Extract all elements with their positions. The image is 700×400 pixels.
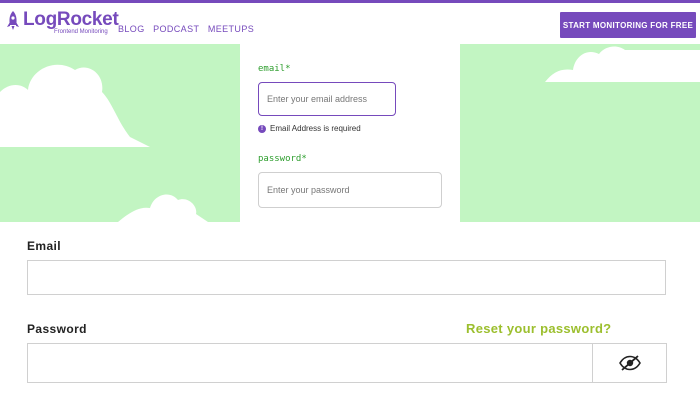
password-label-text: password	[258, 154, 302, 164]
error-icon: !	[258, 124, 266, 133]
nav-item-podcast[interactable]: PODCAST	[153, 24, 199, 34]
embedded-password-input[interactable]: Enter your password	[258, 172, 442, 208]
email-error-text: Email Address is required	[270, 124, 361, 133]
required-mark: *	[301, 154, 307, 164]
cloud-illustration	[118, 194, 208, 222]
toggle-password-visibility-button[interactable]	[592, 343, 667, 383]
logo[interactable]: LogRocket Frontend Monitoring	[6, 9, 119, 39]
email-error-message: ! Email Address is required	[258, 124, 361, 133]
background-panel-right	[460, 44, 700, 222]
start-monitoring-button[interactable]: START MONITORING FOR FREE	[560, 12, 696, 38]
embedded-email-input[interactable]: Enter your email address	[258, 82, 396, 116]
rocket-icon	[7, 11, 19, 30]
required-mark: *	[285, 64, 291, 74]
email-label-text: email	[258, 64, 286, 74]
brand-tagline: Frontend Monitoring	[54, 29, 108, 35]
password-field[interactable]	[27, 343, 592, 383]
email-placeholder: Enter your email address	[267, 94, 368, 104]
cloud-illustration	[545, 46, 700, 82]
embedded-screenshot: email* Enter your email address ! Email …	[0, 44, 700, 222]
email-label: email*	[258, 64, 291, 74]
brand-name: LogRocket	[23, 9, 119, 30]
nav-item-blog[interactable]: BLOG	[118, 24, 145, 34]
password-label: password*	[258, 154, 307, 164]
email-field-label: Email	[27, 239, 62, 253]
background-panel-left	[0, 44, 240, 222]
email-field[interactable]	[27, 260, 666, 295]
nav-item-meetups[interactable]: MEETUPS	[208, 24, 254, 34]
cloud-illustration	[0, 64, 150, 147]
password-field-label: Password	[27, 322, 87, 336]
site-header: LogRocket Frontend Monitoring BLOG PODCA…	[0, 3, 700, 45]
main-nav: BLOG PODCAST MEETUPS	[118, 19, 258, 37]
eye-slash-icon	[618, 355, 641, 371]
embedded-form-panel: email* Enter your email address ! Email …	[240, 44, 460, 222]
password-placeholder: Enter your password	[267, 185, 350, 195]
reset-password-link[interactable]: Reset your password?	[466, 321, 611, 336]
